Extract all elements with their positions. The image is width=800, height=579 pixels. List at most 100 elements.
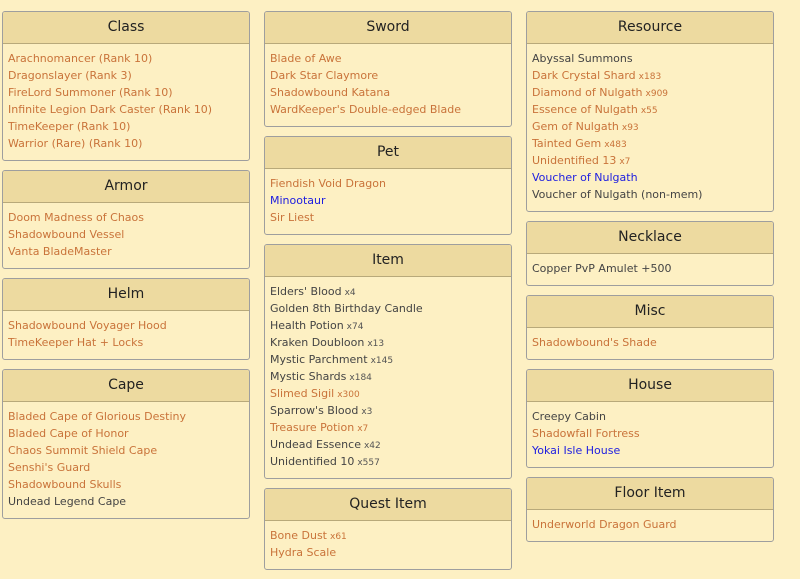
item-link[interactable]: FireLord Summoner (Rank 10)	[8, 84, 244, 101]
item-name: Golden 8th Birthday Candle	[270, 302, 423, 315]
item-name: Sir Liest	[270, 211, 315, 224]
item-link[interactable]: Shadowbound Skulls	[8, 476, 244, 493]
item-link[interactable]: Dragonslayer (Rank 3)	[8, 67, 244, 84]
item-link[interactable]: Yokai Isle House	[532, 442, 768, 459]
item-name: Shadowbound's Shade	[532, 336, 657, 349]
quest-item-item-list: Bone Dust x61 Hydra Scale	[265, 521, 511, 569]
helm-panel: Helm Shadowbound Voyager Hood TimeKeeper H…	[2, 278, 250, 360]
necklace-panel: Necklace Copper PvP Amulet +500	[526, 221, 774, 286]
item-link: Undead Essence x42	[270, 436, 506, 453]
item-link[interactable]: Treasure Potion x7	[270, 419, 506, 436]
item-quantity: x13	[367, 339, 385, 349]
item-link: Health Potion x74	[270, 317, 506, 334]
item-quantity: x300	[337, 390, 360, 400]
column-1: Class Arachnomancer (Rank 10) Dragonslayer…	[2, 11, 250, 528]
item-link[interactable]: Diamond of Nulgath x909	[532, 84, 768, 101]
item-link[interactable]: Tainted Gem x483	[532, 135, 768, 152]
item-link[interactable]: Doom Madness of Chaos	[8, 209, 244, 226]
item-link[interactable]: Shadowfall Fortress	[532, 425, 768, 442]
item-name: Copper PvP Amulet +500	[532, 262, 672, 275]
column-3: Resource Abyssal Summons Dark Crystal Shar…	[526, 11, 774, 551]
item-name: Essence of Nulgath	[532, 103, 638, 116]
item-link: Elders' Blood x4	[270, 283, 506, 300]
item-link[interactable]: Underworld Dragon Guard	[532, 516, 768, 533]
item-quantity: x42	[363, 441, 381, 451]
item-name: Diamond of Nulgath	[532, 86, 643, 99]
house-panel-title: House	[527, 370, 773, 402]
item-name: TimeKeeper (Rank 10)	[8, 120, 131, 133]
item-link[interactable]: Shadowbound's Shade	[532, 334, 768, 351]
item-link[interactable]: Essence of Nulgath x55	[532, 101, 768, 118]
item-link[interactable]: Voucher of Nulgath	[532, 169, 768, 186]
item-name: Elders' Blood	[270, 285, 342, 298]
item-name: Mystic Shards	[270, 370, 347, 383]
class-panel-title: Class	[3, 12, 249, 44]
item-link[interactable]: TimeKeeper Hat + Locks	[8, 334, 244, 351]
item-link[interactable]: Senshi's Guard	[8, 459, 244, 476]
item-link[interactable]: Chaos Summit Shield Cape	[8, 442, 244, 459]
item-name: Yokai Isle House	[532, 444, 621, 457]
item-link[interactable]: Warrior (Rare) (Rank 10)	[8, 135, 244, 152]
item-link[interactable]: Hydra Scale	[270, 544, 506, 561]
item-link[interactable]: Arachnomancer (Rank 10)	[8, 50, 244, 67]
cape-item-list: Bladed Cape of Glorious Destiny Bladed Ca…	[3, 402, 249, 518]
floor-item-panel-title: Floor Item	[527, 478, 773, 510]
item-name: Voucher of Nulgath (non-mem)	[532, 188, 703, 201]
helm-panel-title: Helm	[3, 279, 249, 311]
item-name: Fiendish Void Dragon	[270, 177, 386, 190]
item-link[interactable]: WardKeeper's Double-edged Blade	[270, 101, 506, 118]
item-link: Mystic Shards x184	[270, 368, 506, 385]
item-link[interactable]: TimeKeeper (Rank 10)	[8, 118, 244, 135]
item-link[interactable]: Shadowbound Voyager Hood	[8, 317, 244, 334]
item-link[interactable]: Bladed Cape of Honor	[8, 425, 244, 442]
item-quantity: x145	[370, 356, 394, 366]
item-quantity: x7	[619, 157, 631, 167]
item-link[interactable]: Unidentified 13 x7	[532, 152, 768, 169]
item-name: WardKeeper's Double-edged Blade	[270, 103, 461, 116]
item-link: Sparrow's Blood x3	[270, 402, 506, 419]
item-link[interactable]: Minootaur	[270, 192, 506, 209]
item-name: Unidentified 10	[270, 455, 355, 468]
item-link[interactable]: Slimed Sigil x300	[270, 385, 506, 402]
item-name: Undead Legend Cape	[8, 495, 127, 508]
necklace-panel-title: Necklace	[527, 222, 773, 254]
item-name: Senshi's Guard	[8, 461, 91, 474]
item-name: FireLord Summoner (Rank 10)	[8, 86, 173, 99]
item-name: Warrior (Rare) (Rank 10)	[8, 137, 143, 150]
cape-panel-title: Cape	[3, 370, 249, 402]
item-name: Gem of Nulgath	[532, 120, 619, 133]
sword-panel: Sword Blade of Awe Dark Star Claymore Shado…	[264, 11, 512, 127]
armor-panel-title: Armor	[3, 171, 249, 203]
item-link[interactable]: Sir Liest	[270, 209, 506, 226]
item-name: Shadowbound Skulls	[8, 478, 122, 491]
item-link[interactable]: Fiendish Void Dragon	[270, 175, 506, 192]
item-quantity: x55	[640, 106, 658, 116]
armor-item-list: Doom Madness of Chaos Shadowbound Vessel V…	[3, 203, 249, 268]
item-quantity: x184	[349, 373, 372, 383]
item-quantity: x61	[330, 532, 347, 542]
item-link[interactable]: Blade of Awe	[270, 50, 506, 67]
house-panel: House Creepy Cabin Shadowfall Fortress Yoka…	[526, 369, 774, 468]
item-link[interactable]: Vanta BladeMaster	[8, 243, 244, 260]
item-link[interactable]: Bone Dust x61	[270, 527, 506, 544]
item-link: Creepy Cabin	[532, 408, 768, 425]
item-quantity: x93	[621, 123, 639, 133]
item-name: Underworld Dragon Guard	[532, 518, 677, 531]
item-link[interactable]: Shadowbound Vessel	[8, 226, 244, 243]
item-link[interactable]: Infinite Legion Dark Caster (Rank 10)	[8, 101, 244, 118]
item-link[interactable]: Gem of Nulgath x93	[532, 118, 768, 135]
floor-item-panel: Floor Item Underworld Dragon Guard	[526, 477, 774, 542]
item-name: Sparrow's Blood	[270, 404, 359, 417]
misc-item-list: Shadowbound's Shade	[527, 328, 773, 359]
item-link[interactable]: Dark Star Claymore	[270, 67, 506, 84]
pet-panel-title: Pet	[265, 137, 511, 169]
item-link[interactable]: Bladed Cape of Glorious Destiny	[8, 408, 244, 425]
helm-item-list: Shadowbound Voyager Hood TimeKeeper Hat +…	[3, 311, 249, 359]
item-link[interactable]: Shadowbound Katana	[270, 84, 506, 101]
item-name: Slimed Sigil	[270, 387, 335, 400]
item-link[interactable]: Dark Crystal Shard x183	[532, 67, 768, 84]
item-link: Golden 8th Birthday Candle	[270, 300, 506, 317]
class-item-list: Arachnomancer (Rank 10) Dragonslayer (Ran…	[3, 44, 249, 160]
item-quantity: x183	[638, 72, 662, 82]
item-name: Abyssal Summons	[532, 52, 633, 65]
